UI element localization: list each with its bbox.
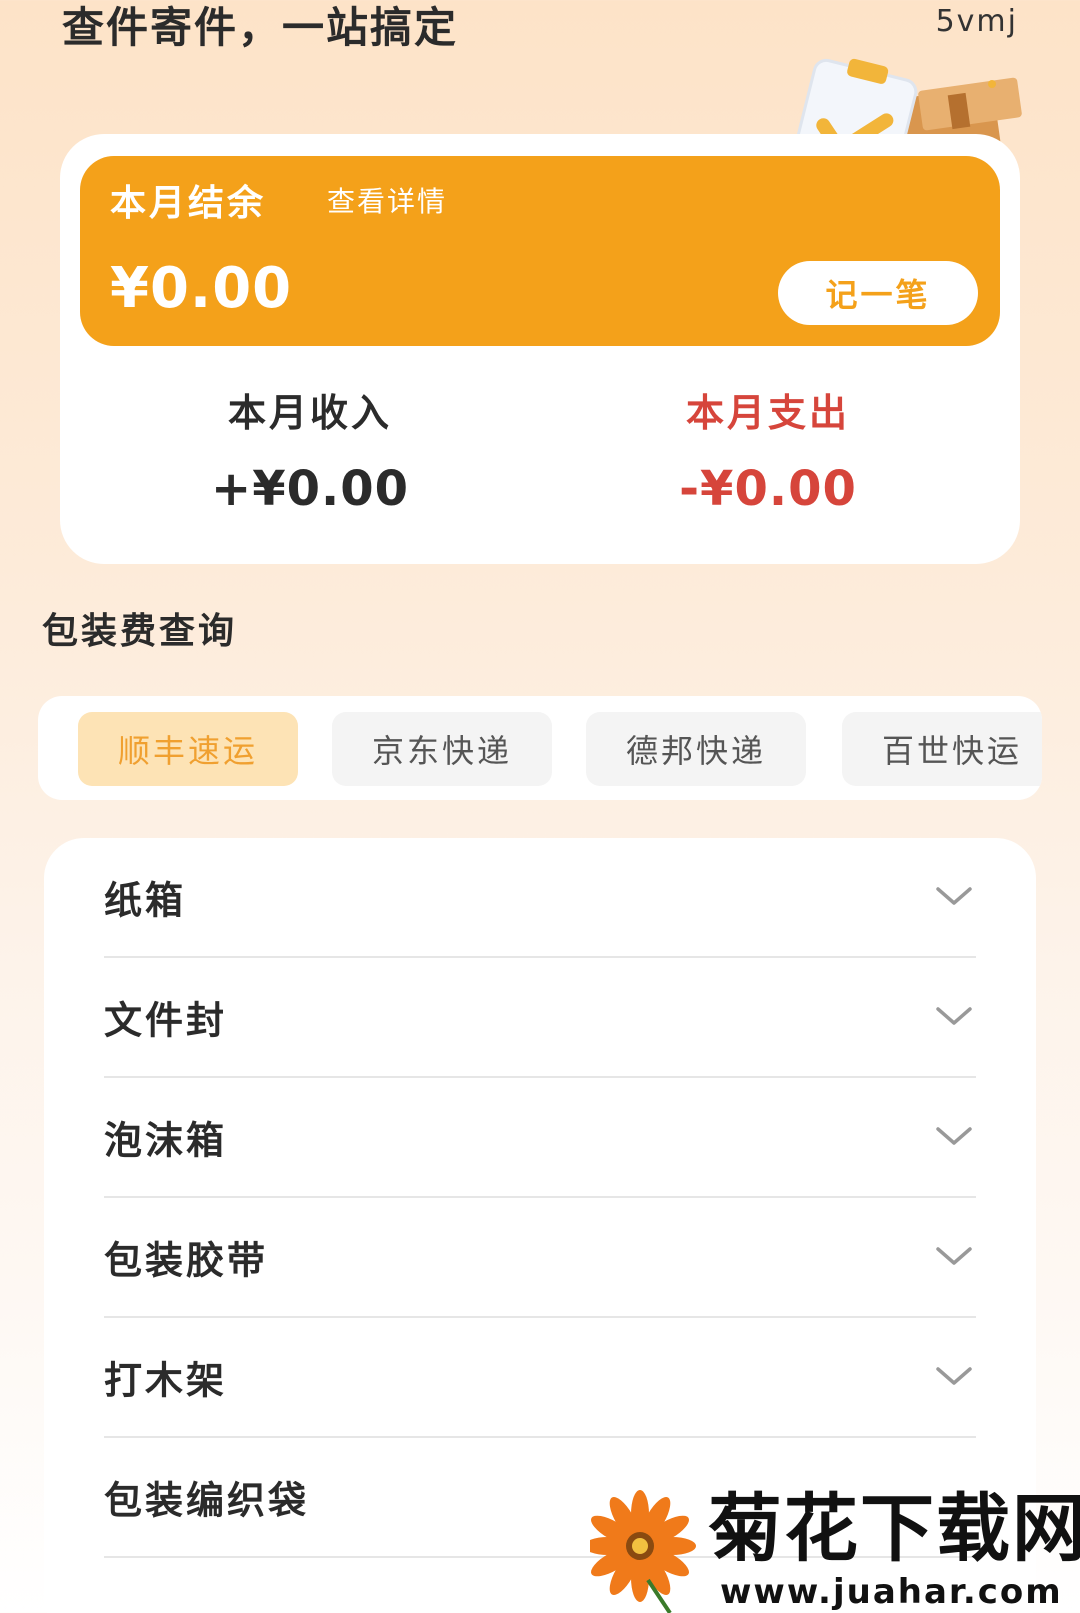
list-item-label: 包装胶带: [104, 1238, 269, 1283]
income-value: +¥0.00: [210, 461, 410, 517]
page-title: 查件寄件，一站搞定: [62, 3, 459, 52]
view-details-link[interactable]: 查看详情: [327, 180, 447, 220]
tab-best-express[interactable]: 百世快运: [842, 712, 1042, 786]
user-id: 5vmj: [935, 4, 1018, 39]
watermark-url: www.juahar.com: [720, 1572, 1063, 1612]
flower-logo-icon: [590, 1490, 696, 1613]
list-item-label: 打木架: [104, 1358, 228, 1403]
income-label: 本月收入: [227, 391, 392, 435]
packaging-section-title: 包装费查询: [42, 611, 238, 652]
tab-sf-express[interactable]: 顺丰速运: [78, 712, 298, 786]
tab-deppon-express[interactable]: 德邦快递: [586, 712, 806, 786]
tab-jd-express[interactable]: 京东快递: [332, 712, 552, 786]
list-item-tape[interactable]: 包装胶带: [104, 1198, 976, 1318]
site-watermark: 菊花下载网 www.juahar.com: [590, 1488, 1080, 1613]
courier-tabs: 顺丰速运 京东快递 德邦快递 百世快运: [38, 696, 1042, 800]
list-item-carton[interactable]: 纸箱: [104, 838, 976, 958]
list-item-envelope[interactable]: 文件封: [104, 958, 976, 1078]
expense-value: -¥0.00: [679, 461, 857, 517]
list-item-label: 文件封: [104, 998, 228, 1043]
chevron-down-icon: [936, 1007, 972, 1025]
expense-label: 本月支出: [685, 391, 850, 435]
list-item-foam-box[interactable]: 泡沫箱: [104, 1078, 976, 1198]
chevron-down-icon: [936, 887, 972, 905]
income-stat: 本月收入 +¥0.00: [160, 382, 460, 517]
list-item-label: 纸箱: [104, 878, 187, 923]
chevron-down-icon: [936, 1127, 972, 1145]
balance-label: 本月结余: [110, 183, 267, 224]
balance-panel: 本月结余 查看详情 ¥0.00 记一笔: [80, 156, 1000, 346]
add-record-button[interactable]: 记一笔: [778, 261, 978, 325]
balance-amount: ¥0.00: [110, 256, 293, 321]
chevron-down-icon: [936, 1367, 972, 1385]
expense-stat: 本月支出 -¥0.00: [618, 382, 918, 517]
list-item-wooden-frame[interactable]: 打木架: [104, 1318, 976, 1438]
list-item-label: 泡沫箱: [104, 1118, 228, 1163]
list-item-label: 包装编织袋: [104, 1478, 310, 1523]
chevron-down-icon: [936, 1247, 972, 1265]
watermark-title: 菊花下载网: [708, 1486, 1080, 1572]
